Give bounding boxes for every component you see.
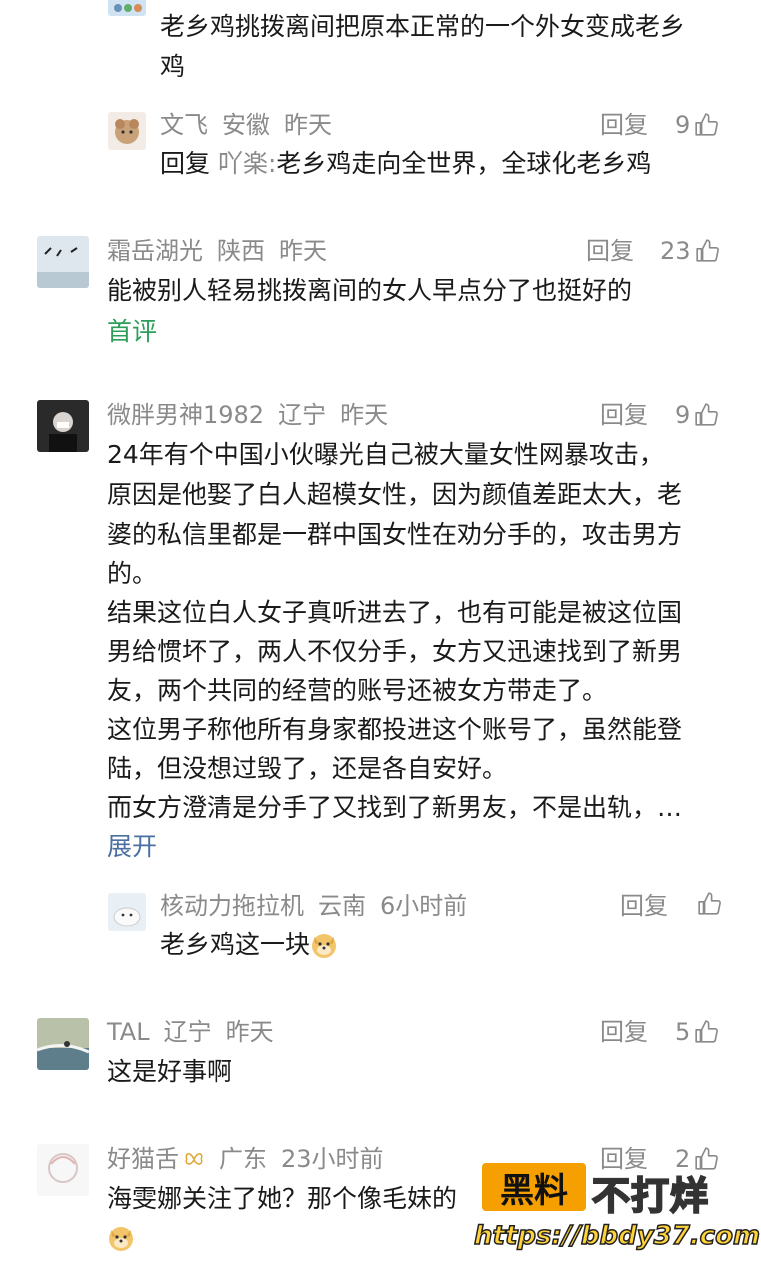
like-button[interactable]: 23 bbox=[660, 236, 721, 266]
thumbs-up-icon bbox=[695, 113, 719, 136]
comment-text: 这是好事啊 bbox=[107, 1057, 233, 1086]
like-count: 23 bbox=[660, 237, 691, 265]
reply-button[interactable]: 回复 bbox=[600, 400, 648, 430]
timestamp: 昨天 bbox=[225, 1018, 274, 1046]
region: 陕西 bbox=[217, 237, 265, 265]
timestamp: 昨天 bbox=[279, 237, 327, 265]
username[interactable]: 霜岳湖光 bbox=[107, 237, 203, 265]
comment-text: 鸡 bbox=[160, 52, 186, 81]
thumbs-up-icon bbox=[695, 403, 719, 426]
like-button[interactable]: 5 bbox=[675, 1017, 720, 1047]
avatar[interactable] bbox=[37, 1144, 89, 1196]
region: 辽宁 bbox=[278, 401, 327, 429]
doge-emoji-icon bbox=[109, 1227, 133, 1251]
reply-body: 老乡鸡走向全世界，全球化老乡鸡 bbox=[276, 149, 652, 178]
reply-button[interactable]: 回复 bbox=[600, 110, 648, 140]
username[interactable]: TAL bbox=[107, 1018, 150, 1046]
watermark-title: 不打烊 bbox=[591, 1173, 710, 1219]
watermark-badge: 黑料 bbox=[482, 1163, 586, 1211]
like-count: 9 bbox=[675, 401, 691, 429]
reply-button[interactable]: 回复 bbox=[620, 891, 668, 921]
doge-emoji-icon bbox=[312, 934, 337, 958]
expand-link[interactable]: 展开 bbox=[107, 830, 157, 864]
first-comment-tag: 首评 bbox=[107, 317, 158, 346]
like-button[interactable]: 9 bbox=[675, 110, 720, 140]
comment-meta: TAL 辽宁 昨天 bbox=[107, 1017, 288, 1047]
timestamp: 昨天 bbox=[340, 401, 389, 429]
avatar[interactable] bbox=[108, 893, 146, 931]
comment-meta: 微胖男神1982 辽宁 昨天 bbox=[107, 400, 402, 430]
comment-text: 老乡鸡这一块 bbox=[160, 926, 338, 964]
username[interactable]: 文飞 bbox=[160, 111, 208, 139]
comment-text-line: 友，两个共同的经营的账号还被女方带走了。 bbox=[107, 676, 608, 705]
timestamp: 23小时前 bbox=[281, 1145, 384, 1173]
comment-text-line: 婆的私信里都是一群中国女性在劝分手的，攻击男方 bbox=[107, 520, 683, 549]
watermark: 黑料 不打烊 https://bbdy37.com bbox=[473, 1163, 761, 1263]
avatar[interactable] bbox=[37, 1018, 89, 1070]
comment-text: 海雯娜关注了她？那个像毛妹的 bbox=[107, 1184, 458, 1213]
username[interactable]: 好猫舌 bbox=[107, 1145, 179, 1173]
comment-meta: 核动力拖拉机 云南 6小时前 bbox=[160, 891, 481, 921]
region: 云南 bbox=[318, 892, 366, 920]
like-button[interactable] bbox=[697, 891, 723, 917]
comment-meta: 霜岳湖光 陕西 昨天 bbox=[107, 236, 341, 266]
username[interactable]: 微胖男神1982 bbox=[107, 401, 264, 429]
timestamp: 昨天 bbox=[284, 111, 332, 139]
comment-meta: 好猫舌 广东 23小时前 bbox=[107, 1144, 398, 1174]
username[interactable]: 核动力拖拉机 bbox=[160, 892, 304, 920]
avatar[interactable] bbox=[37, 236, 89, 288]
reply-prefix: 回复 bbox=[160, 149, 211, 178]
reply-target-user[interactable]: 吖楽: bbox=[218, 149, 276, 178]
reply-button[interactable]: 回复 bbox=[600, 1017, 648, 1047]
region: 广东 bbox=[219, 1145, 267, 1173]
avatar[interactable] bbox=[108, 0, 146, 16]
comment-text: 能被别人轻易挑拨离间的女人早点分了也挺好的 bbox=[107, 276, 633, 305]
comment-body: 老乡鸡这一块 bbox=[160, 930, 311, 959]
reply-button[interactable]: 回复 bbox=[586, 236, 634, 266]
avatar[interactable] bbox=[108, 112, 146, 150]
thumbs-up-icon bbox=[695, 1020, 719, 1043]
comment-text-line: 24年有个中国小伙曝光自己被大量女性网暴攻击， bbox=[107, 440, 664, 469]
region: 辽宁 bbox=[163, 1018, 212, 1046]
comment-meta: 文飞 安徽 昨天 bbox=[160, 110, 346, 140]
comment-text: 回复 吖楽:老乡鸡走向全世界，全球化老乡鸡 bbox=[160, 145, 651, 183]
like-count: 9 bbox=[675, 111, 691, 139]
comment-text-line: 男给惯坏了，两人不仅分手，女方又迅速找到了新男 bbox=[107, 637, 683, 666]
comment-text-line: 这位男子称他所有身家都投进这个账号了，虽然能登 bbox=[107, 715, 683, 744]
thumbs-up-icon bbox=[695, 239, 719, 262]
comment-text-line: 陆，但没想过毁了，还是各自安好。 bbox=[107, 754, 508, 783]
like-button[interactable]: 9 bbox=[675, 400, 720, 430]
avatar[interactable] bbox=[37, 400, 89, 452]
watermark-url: https://bbdy37.com bbox=[473, 1220, 761, 1252]
comment-text-line: 的。 bbox=[107, 559, 158, 588]
comment-text: 老乡鸡挑拨离间把原本正常的一个外女变成老乡 bbox=[160, 12, 686, 41]
region: 安徽 bbox=[222, 111, 270, 139]
timestamp: 6小时前 bbox=[380, 892, 468, 920]
comment-text-line: 结果这位白人女子真听进去了，也有可能是被这位国 bbox=[107, 598, 683, 627]
thumbs-up-icon bbox=[698, 892, 721, 915]
comment-text-line: 原因是他娶了白人超模女性，因为颜值差距太大，老 bbox=[107, 480, 683, 509]
like-count: 5 bbox=[675, 1018, 691, 1046]
comment-text-line: 而女方澄清是分手了又找到了新男友，不是出轨，… bbox=[107, 793, 683, 822]
butterfly-badge-icon bbox=[185, 1153, 203, 1165]
